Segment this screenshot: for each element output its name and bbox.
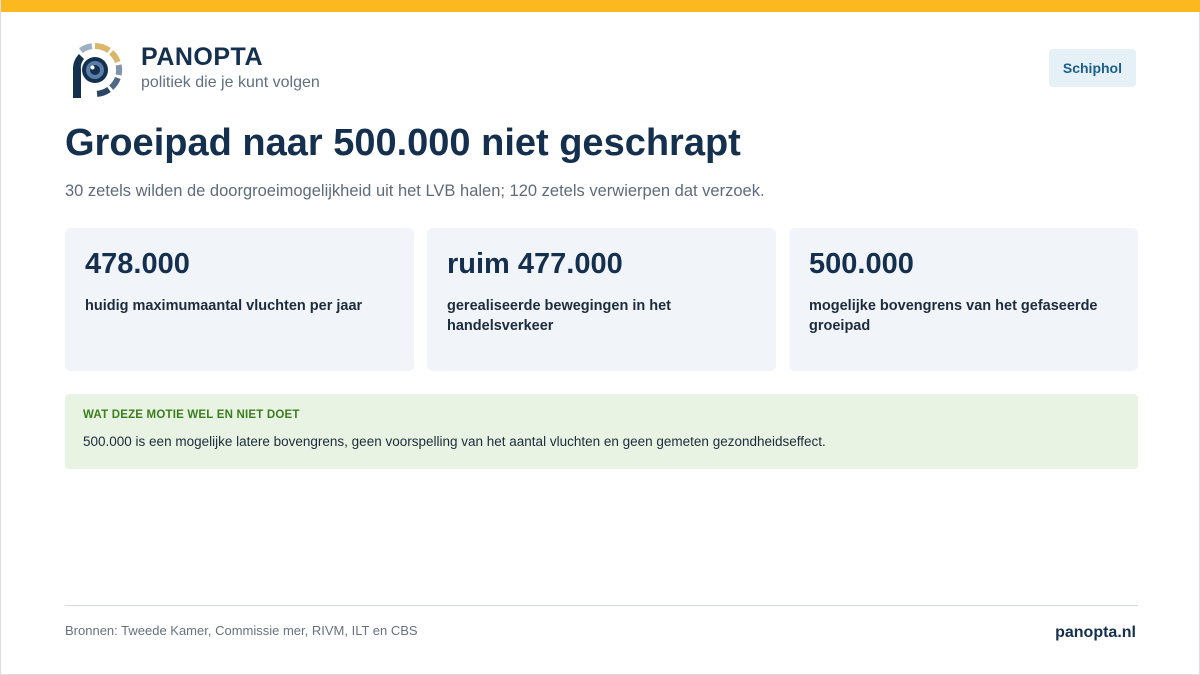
stat-value: 478.000	[85, 248, 190, 280]
brand-header: PANOPTA politiek die je kunt volgen	[65, 40, 320, 100]
accent-top-bar	[1, 0, 1200, 12]
brand-text: PANOPTA politiek die je kunt volgen	[141, 40, 320, 93]
brand-name: PANOPTA	[141, 43, 264, 71]
stat-value: ruim 477.000	[447, 248, 623, 280]
notice-body: 500.000 is een mogelijke latere bovengre…	[83, 434, 826, 449]
panopta-eye-logo-icon	[72, 42, 123, 98]
topic-tag-button[interactable]: Schiphol	[1048, 49, 1136, 87]
site-link[interactable]: panopta.nl	[1055, 623, 1136, 643]
stats-row: 478.000 huidig maximumaantal vluchten pe…	[65, 228, 1138, 371]
sources-text: Bronnen: Tweede Kamer, Commissie mer, RI…	[65, 623, 418, 638]
stat-label: huidig maximumaantal vluchten per jaar	[85, 298, 363, 314]
stat-label: gerealiseerde bewegingen in het handelsv…	[447, 298, 672, 334]
stat-card: 500.000 mogelijke bovengrens van het gef…	[789, 228, 1138, 371]
stat-card: 478.000 huidig maximumaantal vluchten pe…	[65, 228, 414, 371]
stat-card: ruim 477.000 gerealiseerde bewegingen in…	[427, 228, 776, 371]
stat-value: 500.000	[809, 248, 914, 280]
share-card: PANOPTA politiek die je kunt volgen Schi…	[0, 0, 1200, 675]
brand-tagline: politiek die je kunt volgen	[141, 74, 320, 91]
page-title: Groeipad naar 500.000 niet geschrapt	[65, 122, 741, 164]
stat-label: mogelijke bovengrens van het gefaseerde …	[809, 298, 1098, 334]
footer-divider	[65, 605, 1138, 606]
page-subtitle: 30 zetels wilden de doorgroeimogelijkhei…	[65, 182, 765, 200]
notice-box: WAT DEZE MOTIE WEL EN NIET DOET 500.000 …	[65, 394, 1138, 469]
notice-title: WAT DEZE MOTIE WEL EN NIET DOET	[83, 409, 300, 421]
